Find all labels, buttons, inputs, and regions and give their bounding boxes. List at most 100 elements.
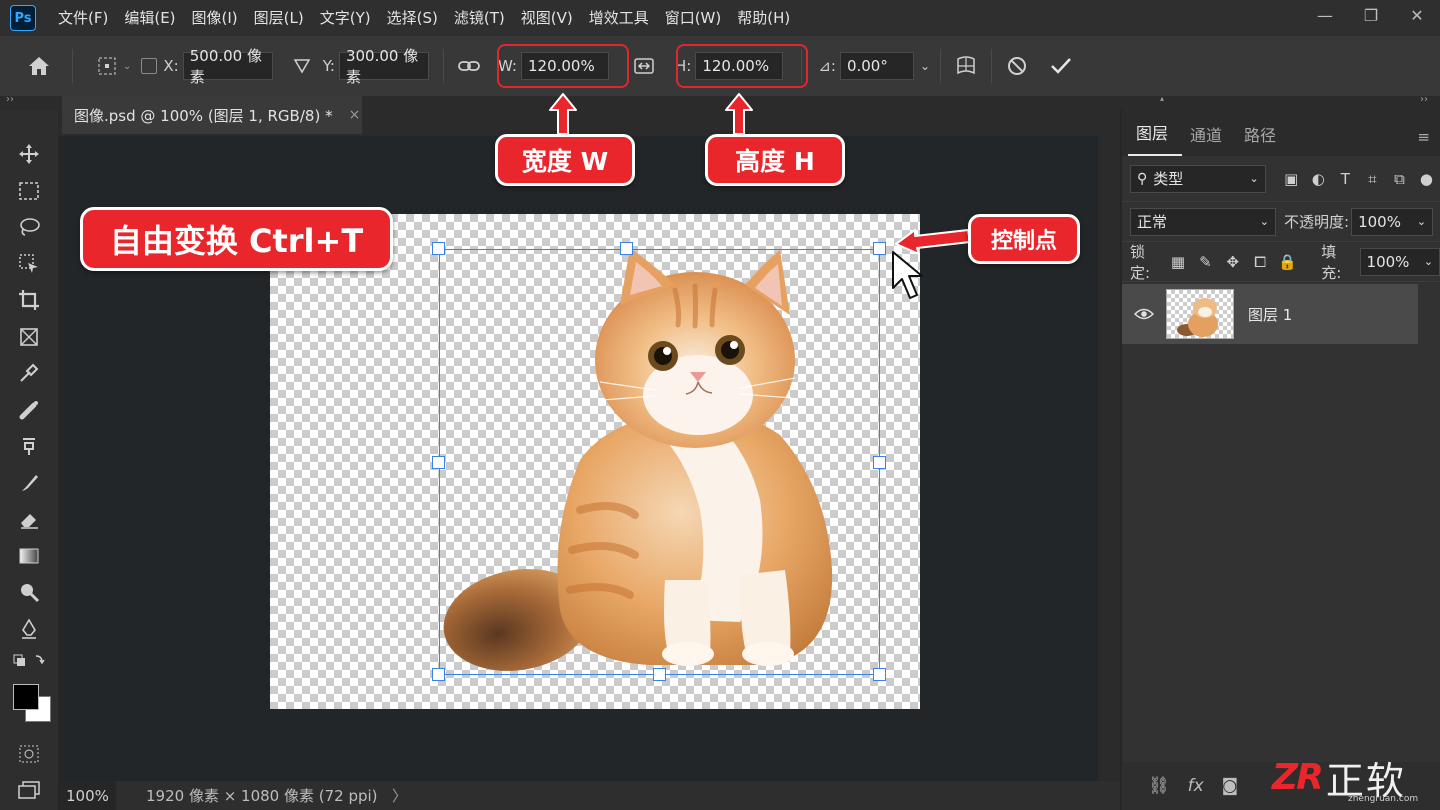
photoshop-window: Ps 文件(F) 编辑(E) 图像(I) 图层(L) 文字(Y) 选择(S) 滤… [0, 0, 1440, 810]
menu-edit[interactable]: 编辑(E) [116, 0, 183, 36]
transform-handle-bottom-right[interactable] [873, 668, 886, 681]
menu-list: 文件(F) 编辑(E) 图像(I) 图层(L) 文字(Y) 选择(S) 滤镜(T… [50, 0, 798, 36]
lock-all-icon[interactable]: 🔒 [1274, 248, 1301, 276]
layer-name[interactable]: 图层 1 [1248, 304, 1292, 325]
angle-label: ⊿: [818, 57, 836, 75]
transform-handle-top-left[interactable] [432, 242, 445, 255]
dodge-tool-icon[interactable] [9, 574, 49, 610]
document-info: 1920 像素 × 1080 像素 (72 ppi) [146, 787, 378, 805]
healing-brush-tool-icon[interactable] [9, 392, 49, 428]
menu-view[interactable]: 视图(V) [513, 0, 581, 36]
fill-input[interactable]: 100% ⌄ [1359, 247, 1440, 276]
add-mask-icon[interactable]: ◙ [1222, 776, 1239, 796]
document-tab[interactable]: 图像.psd @ 100% (图层 1, RGB/8) * × [62, 96, 362, 134]
fill-value: 100% [1366, 252, 1410, 271]
canvas-scrollbar[interactable] [1098, 136, 1120, 781]
menu-help[interactable]: 帮助(H) [729, 0, 798, 36]
screen-mode-icon[interactable] [9, 647, 49, 673]
lasso-tool-icon[interactable] [9, 209, 49, 245]
home-icon[interactable] [24, 51, 54, 81]
close-document-icon[interactable]: × [349, 107, 361, 123]
clone-stamp-tool-icon[interactable] [9, 465, 49, 501]
zoom-level[interactable]: 100% [58, 781, 116, 810]
menu-file[interactable]: 文件(F) [50, 0, 116, 36]
swap-wh-icon[interactable] [629, 51, 659, 81]
panel-menu-icon[interactable]: ≡ [1417, 128, 1430, 146]
angle-dropdown-icon[interactable]: ⌄ [920, 59, 930, 73]
blend-mode-dropdown[interactable]: 正常 ⌄ [1130, 207, 1276, 236]
frame-tool-icon[interactable] [9, 319, 49, 355]
reference-point-checkbox[interactable] [141, 58, 158, 74]
minimize-button[interactable]: — [1302, 0, 1348, 30]
quick-mask-icon[interactable] [9, 736, 49, 772]
filter-toggle-icon[interactable]: ● [1413, 165, 1440, 193]
opacity-input[interactable]: 100% ⌄ [1351, 207, 1434, 236]
lock-transparent-icon[interactable]: ▦ [1164, 248, 1191, 276]
window-controls: — ❐ ✕ [1302, 0, 1440, 30]
transform-handle-bottom-left[interactable] [432, 668, 445, 681]
layer-style-fx-icon[interactable]: fx [1188, 776, 1204, 796]
panel-dock-icon[interactable]: ▴ [1160, 94, 1164, 103]
y-input[interactable]: 300.00 像素 [338, 47, 429, 86]
angle-input[interactable]: 0.00° [839, 52, 914, 80]
x-input[interactable]: 500.00 像素 [182, 47, 273, 86]
reference-point-dropdown-icon[interactable]: ⌄ [123, 61, 131, 72]
color-swatches[interactable] [7, 682, 51, 726]
transform-handle-top-center[interactable] [620, 242, 633, 255]
visibility-eye-icon[interactable] [1122, 308, 1166, 320]
menu-image[interactable]: 图像(I) [184, 0, 246, 36]
transform-handle-middle-left[interactable] [432, 456, 445, 469]
menu-type[interactable]: 文字(Y) [312, 0, 379, 36]
separator [940, 49, 942, 83]
menu-window[interactable]: 窗口(W) [657, 0, 730, 36]
menu-filter[interactable]: 滤镜(T) [446, 0, 513, 36]
filter-pixel-icon[interactable]: ▣ [1278, 165, 1305, 193]
commit-transform-icon[interactable] [1046, 51, 1076, 81]
delta-icon[interactable] [287, 51, 317, 81]
filter-type-icon[interactable]: T [1332, 165, 1359, 193]
filter-kind-dropdown[interactable]: ⚲ 类型 ⌄ [1130, 164, 1266, 193]
pen-tool-icon[interactable] [9, 611, 49, 647]
layer-item[interactable]: 图层 1 [1122, 284, 1418, 344]
eyedropper-tool-icon[interactable] [9, 355, 49, 391]
transform-handle-top-right[interactable] [873, 242, 886, 255]
tab-layers[interactable]: 图层 [1128, 120, 1183, 156]
free-transform-bounding-box[interactable] [439, 249, 880, 675]
restore-button[interactable]: ❐ [1348, 0, 1394, 30]
crop-tool-icon[interactable] [9, 282, 49, 318]
foreground-color-swatch[interactable] [13, 683, 39, 710]
marquee-tool-icon[interactable] [9, 173, 49, 209]
eraser-tool-icon[interactable] [9, 501, 49, 537]
filter-shape-icon[interactable]: ⌗ [1359, 165, 1386, 193]
cancel-transform-icon[interactable] [1002, 51, 1032, 81]
object-select-tool-icon[interactable] [9, 246, 49, 282]
expand-toolbar-icon[interactable]: ›› [6, 94, 14, 105]
menu-plugins[interactable]: 增效工具 [581, 0, 657, 36]
y-label: Y: [322, 57, 335, 75]
close-window-button[interactable]: ✕ [1394, 0, 1440, 30]
watermark-url: zhengruan.com [1348, 794, 1419, 804]
layer-filter-row: ⚲ 类型 ⌄ ▣ ◐ T ⌗ ⧉ ● [1122, 156, 1440, 202]
filter-adjustment-icon[interactable]: ◐ [1305, 165, 1332, 193]
change-screen-mode-icon[interactable] [9, 772, 49, 808]
warp-mode-icon[interactable] [951, 51, 981, 81]
move-tool-icon[interactable] [9, 136, 49, 172]
lock-image-icon[interactable]: ✎ [1192, 248, 1219, 276]
gradient-tool-icon[interactable] [9, 538, 49, 574]
link-layers-icon[interactable]: ⛓ [1148, 776, 1170, 796]
link-icon[interactable] [454, 51, 484, 81]
status-menu-arrow-icon[interactable]: 〉 [392, 785, 407, 806]
collapse-panels-icon[interactable]: ›› [1420, 94, 1428, 105]
tab-paths[interactable]: 路径 [1236, 122, 1290, 156]
filter-smart-object-icon[interactable]: ⧉ [1386, 165, 1413, 193]
reference-point-icon[interactable] [93, 51, 123, 81]
lock-artboard-icon[interactable]: ⧠ [1246, 248, 1273, 276]
tab-channels[interactable]: 通道 [1182, 122, 1236, 156]
transform-handle-middle-right[interactable] [873, 456, 886, 469]
tools-panel [0, 110, 58, 810]
menu-select[interactable]: 选择(S) [379, 0, 446, 36]
lock-position-icon[interactable]: ✥ [1219, 248, 1246, 276]
brush-tool-icon[interactable] [9, 428, 49, 464]
transform-handle-bottom-center[interactable] [653, 668, 666, 681]
menu-layer[interactable]: 图层(L) [246, 0, 312, 36]
